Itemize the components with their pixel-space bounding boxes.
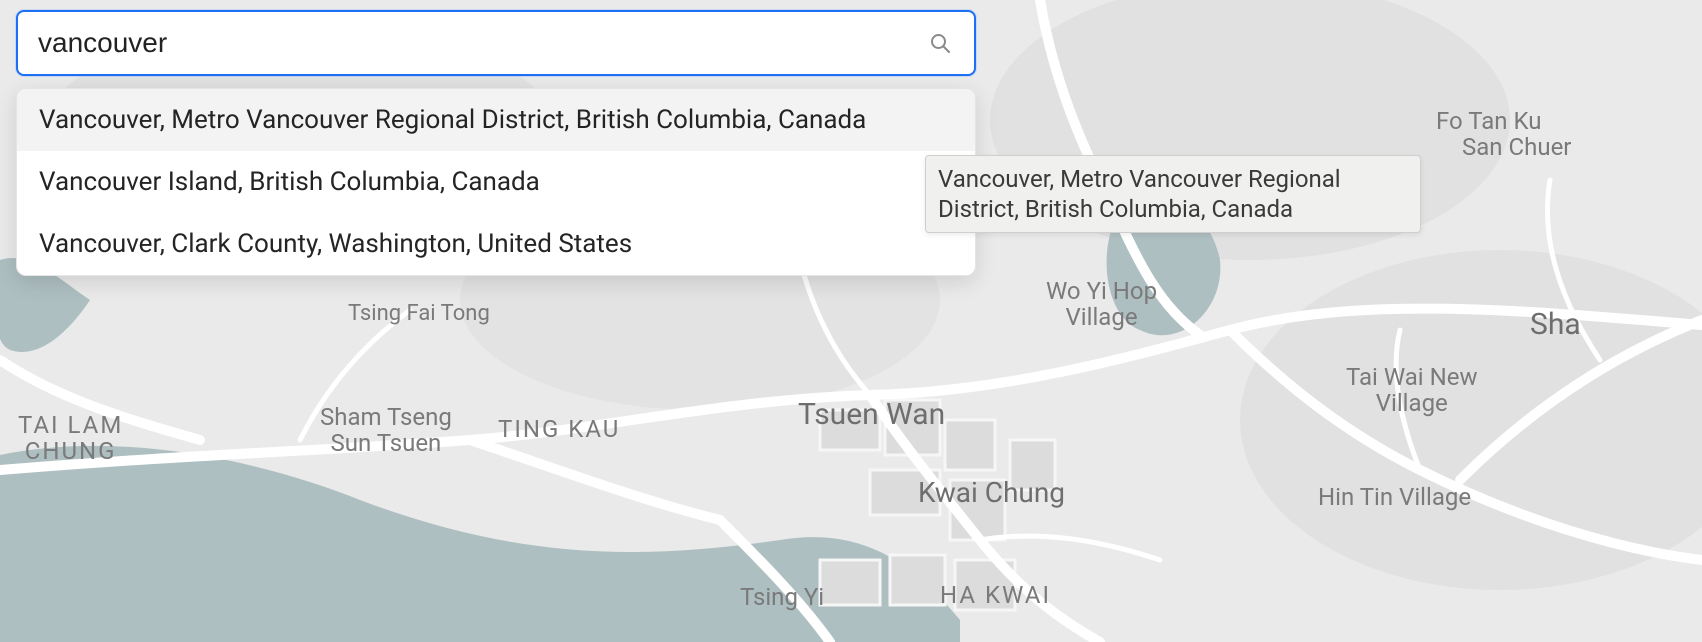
search-container: Vancouver, Metro Vancouver Regional Dist… [16, 10, 976, 276]
tooltip: Vancouver, Metro Vancouver Regional Dist… [925, 155, 1421, 233]
search-input[interactable] [36, 26, 924, 60]
search-icon[interactable] [924, 27, 956, 59]
suggestion-item[interactable]: Vancouver, Metro Vancouver Regional Dist… [17, 89, 975, 151]
suggestions-list: Vancouver, Metro Vancouver Regional Dist… [16, 88, 976, 276]
suggestion-item[interactable]: Vancouver, Clark County, Washington, Uni… [17, 213, 975, 275]
search-box[interactable] [16, 10, 976, 76]
suggestion-item[interactable]: Vancouver Island, British Columbia, Cana… [17, 151, 975, 213]
